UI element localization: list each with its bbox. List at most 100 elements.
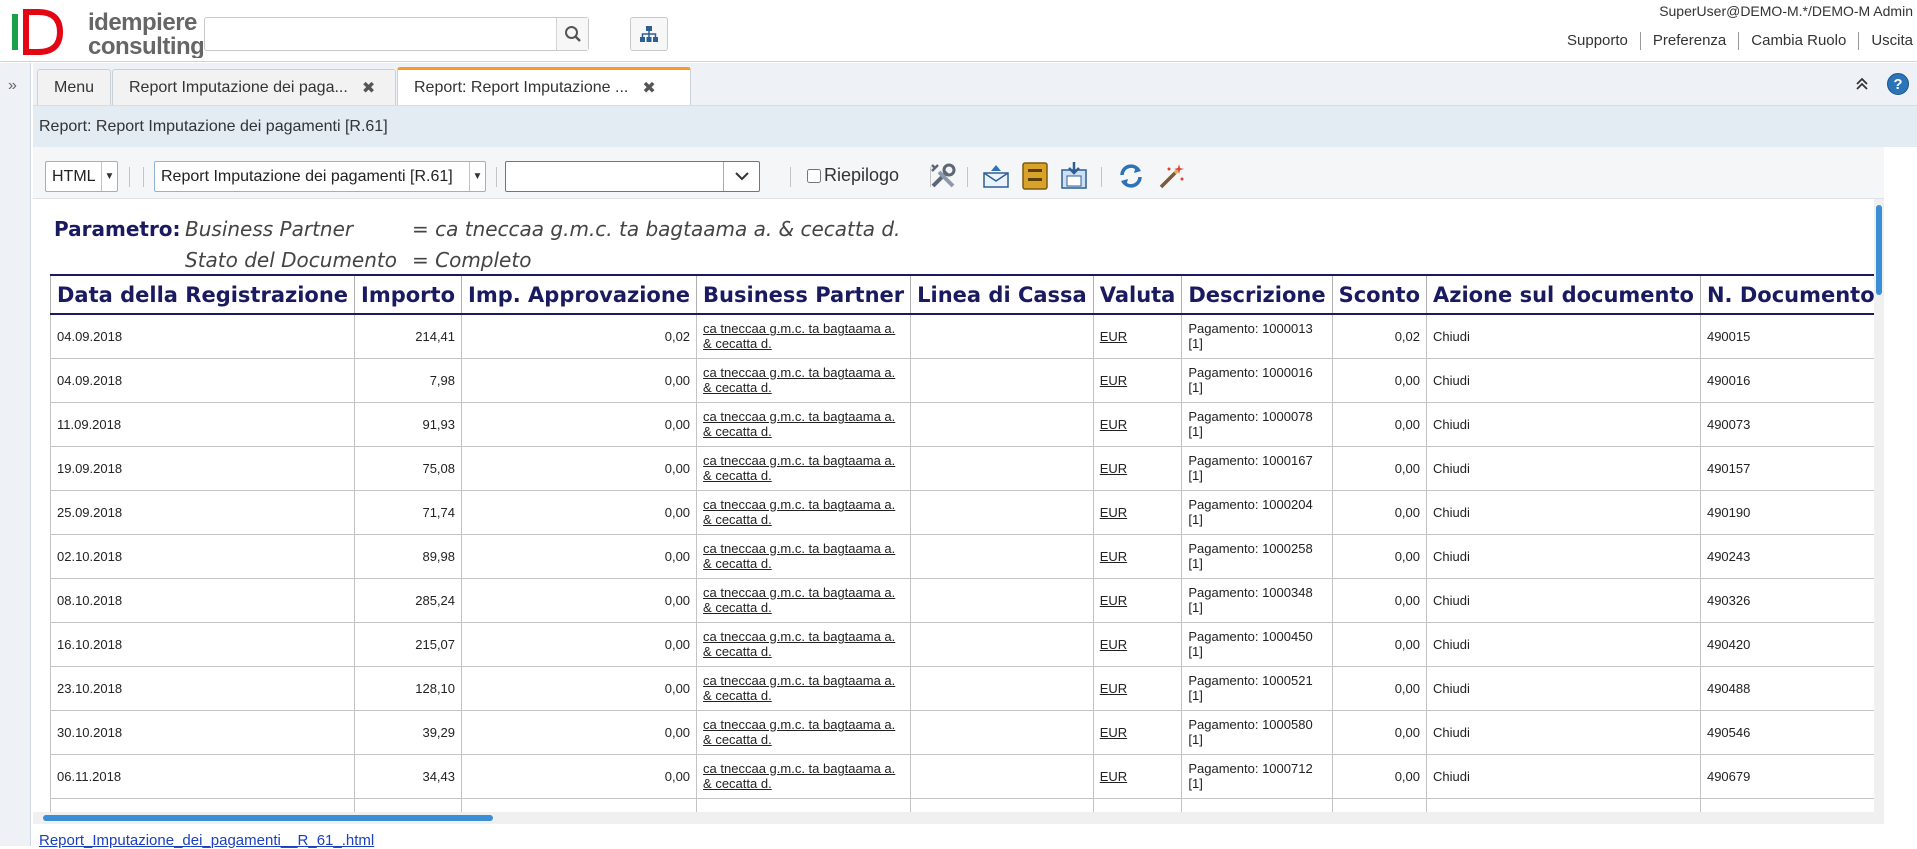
report-file-link[interactable]: Report_Imputazione_dei_pagamenti__R_61_.…	[39, 832, 374, 849]
send-mail-button[interactable]	[979, 159, 1013, 193]
table-cell-link[interactable]: EUR	[1092, 665, 1183, 711]
sitemap-button[interactable]	[630, 17, 668, 51]
toolbar-separator	[143, 167, 144, 187]
table-cell	[910, 797, 1094, 812]
table-cell-link[interactable]: EUR	[1092, 445, 1183, 491]
export-button[interactable]	[1057, 159, 1091, 193]
output-format-select[interactable]: HTML ▼	[45, 161, 118, 192]
table-cell-link[interactable]: ca tneccaa g.m.c. ta bagtaama a. & cecat…	[696, 489, 912, 535]
report-template-select[interactable]: Report Imputazione dei pagamenti [R.61] …	[154, 161, 486, 192]
table-cell: Chiudi	[1426, 489, 1701, 535]
table-cell-link[interactable]	[1092, 797, 1183, 812]
tab-report-viewer[interactable]: Report: Report Imputazione ... ✖	[397, 67, 691, 105]
table-cell-link[interactable]: ca tneccaa g.m.c. ta bagtaama a. & cecat…	[696, 577, 912, 623]
table-cell: 0,00	[1331, 577, 1428, 623]
table-cell: Pagamento:	[1181, 797, 1333, 812]
logout-link[interactable]: Uscita	[1859, 32, 1917, 50]
close-icon[interactable]: ✖	[362, 78, 375, 98]
table-cell: 0,00	[461, 489, 698, 535]
table-cell: 0,00	[461, 621, 698, 667]
table-row: 25.09.2018 71,74 0,00 ca tneccaa g.m.c. ta …	[49, 489, 1884, 535]
toolbar-separator	[967, 167, 968, 187]
tab-report-process[interactable]: Report Imputazione dei paga... ✖	[112, 69, 396, 105]
vertical-scrollbar[interactable]	[1874, 199, 1884, 812]
dropdown-arrow-icon[interactable]: ▼	[469, 162, 485, 191]
table-cell	[910, 489, 1094, 535]
table-cell: Chiudi	[1426, 357, 1701, 403]
report-template-value: Report Imputazione dei pagamenti [R.61]	[161, 167, 453, 185]
table-cell-link[interactable]: EUR	[1092, 577, 1183, 623]
global-search-input[interactable]	[205, 18, 556, 50]
table-cell: 0,00	[1331, 753, 1428, 799]
table-cell-link[interactable]: EUR	[1092, 401, 1183, 447]
table-cell: 490015	[1699, 313, 1882, 359]
table-cell-link[interactable]: EUR	[1092, 753, 1183, 799]
table-cell	[1426, 797, 1701, 812]
table-cell: 490243	[1699, 533, 1882, 579]
horizontal-scrollbar[interactable]	[33, 812, 1884, 824]
table-cell-link[interactable]: ca tneccaa g.m.c. ta bagtaama a. & cecat…	[696, 753, 912, 799]
idempiere-logo[interactable]: idempiere consulting	[8, 6, 203, 58]
summary-checkbox[interactable]	[807, 168, 821, 183]
refresh-button[interactable]	[1114, 159, 1148, 193]
table-cell: Chiudi	[1426, 445, 1701, 491]
tab-menu[interactable]: Menu	[37, 69, 111, 105]
close-icon[interactable]: ✖	[642, 78, 655, 98]
parameter-value: = ca tneccaa g.m.c. ta bagtaama a. & cec…	[412, 216, 901, 241]
chevron-down-icon[interactable]	[723, 162, 759, 191]
magic-wand-icon	[1159, 164, 1184, 189]
print-format-select[interactable]	[505, 161, 760, 192]
table-cell: 25.09.2018	[49, 489, 356, 535]
expand-panel-icon[interactable]: »	[8, 77, 17, 95]
export-icon	[1061, 162, 1087, 189]
parameter-row: Stato del Documento = Completo	[54, 244, 900, 275]
table-cell: 490326	[1699, 577, 1882, 623]
collapse-up-icon[interactable]	[1855, 77, 1869, 91]
table-cell-link[interactable]: ca tneccaa g.m.c. ta bagtaama a. & cecat…	[696, 357, 912, 403]
table-cell: 490016	[1699, 357, 1882, 403]
table-cell	[461, 797, 698, 812]
archive-button[interactable]	[1018, 159, 1052, 193]
table-cell: Chiudi	[1426, 665, 1701, 711]
table-cell-link[interactable]: EUR	[1092, 357, 1183, 403]
wizard-button[interactable]	[1155, 159, 1189, 193]
table-cell: Pagamento: 1000258 [1]	[1181, 533, 1333, 579]
global-search[interactable]	[204, 17, 589, 51]
table-cell-link[interactable]: ca tneccaa g.m.c. ta bagtaama a. & cecat…	[696, 665, 912, 711]
table-cell-link[interactable]: EUR	[1092, 621, 1183, 667]
help-icon[interactable]: ?	[1887, 73, 1909, 95]
table-cell: 19.09.2018	[49, 445, 356, 491]
support-link[interactable]: Supporto	[1555, 32, 1641, 50]
table-cell-link[interactable]: EUR	[1092, 709, 1183, 755]
table-cell-link[interactable]: EUR	[1092, 533, 1183, 579]
table-cell: Pagamento: 1000348 [1]	[1181, 577, 1333, 623]
table-cell: 11.09.2018	[49, 401, 356, 447]
table-cell-link[interactable]: ca tneccaa g.m.c. ta bagtaama	[696, 797, 912, 812]
table-cell-link[interactable]: ca tneccaa g.m.c. ta bagtaama a. & cecat…	[696, 621, 912, 667]
table-header-row: Data della Registrazione Importo Imp. Appr…	[49, 274, 1884, 315]
table-cell-link[interactable]: ca tneccaa g.m.c. ta bagtaama a. & cecat…	[696, 445, 912, 491]
table-cell	[1331, 797, 1428, 812]
column-header: N. Documento	[1699, 274, 1882, 315]
table-cell-link[interactable]: ca tneccaa g.m.c. ta bagtaama a. & cecat…	[696, 709, 912, 755]
table-cell-link[interactable]: ca tneccaa g.m.c. ta bagtaama a. & cecat…	[696, 533, 912, 579]
table-cell-link[interactable]: ca tneccaa g.m.c. ta bagtaama a. & cecat…	[696, 313, 912, 359]
dropdown-arrow-icon[interactable]: ▼	[101, 162, 117, 191]
preferences-link[interactable]: Preferenza	[1641, 32, 1740, 50]
search-button[interactable]	[556, 18, 588, 50]
table-cell-link[interactable]: ca tneccaa g.m.c. ta bagtaama a. & cecat…	[696, 401, 912, 447]
table-cell	[1699, 797, 1882, 812]
summary-checkbox-wrap[interactable]: Riepilogo	[807, 165, 899, 186]
change-role-link[interactable]: Cambia Ruolo	[1739, 32, 1860, 50]
table-cell: 0,00	[461, 533, 698, 579]
column-header: Imp. Approvazione	[461, 274, 697, 315]
user-info: SuperUser@DEMO-M.*/DEMO-M Admin	[1659, 3, 1913, 19]
customize-report-button[interactable]	[926, 159, 960, 193]
table-cell	[910, 709, 1094, 755]
toolbar-separator	[1101, 167, 1102, 187]
table-cell-link[interactable]: EUR	[1092, 489, 1183, 535]
table-cell: 23.10.2018	[49, 665, 356, 711]
table-cell	[910, 357, 1094, 403]
mail-upload-icon	[983, 165, 1009, 188]
table-cell-link[interactable]: EUR	[1092, 313, 1183, 359]
